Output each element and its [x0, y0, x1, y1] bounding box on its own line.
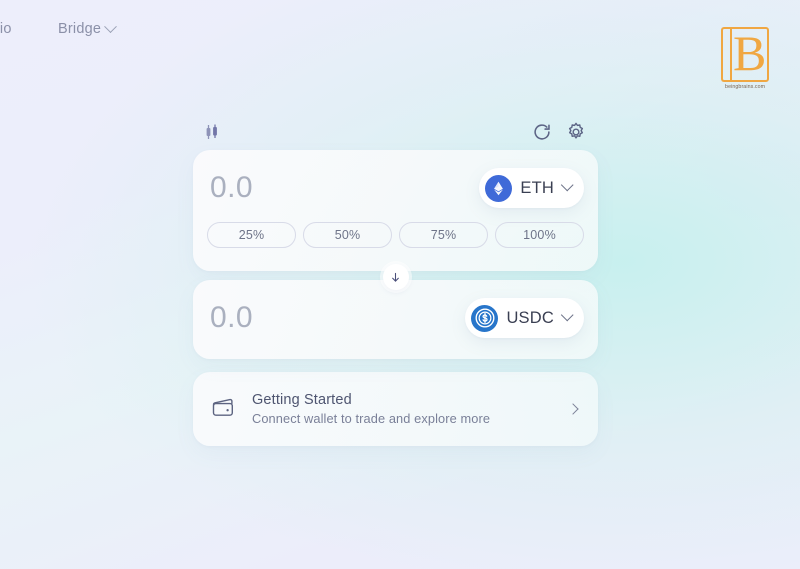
- watermark-letter: B: [733, 25, 767, 81]
- percent-button-50[interactable]: 50%: [303, 222, 392, 248]
- from-token-selector[interactable]: ETH: [479, 168, 584, 208]
- swap-widget: ETH 25% 50% 75% 100%: [193, 113, 598, 446]
- to-amount-row: USDC: [207, 297, 584, 339]
- getting-started-texts: Getting Started Connect wallet to trade …: [252, 392, 569, 426]
- watermark-logo: B beingbrains.com: [717, 25, 773, 91]
- chevron-down-icon: [104, 19, 117, 33]
- percent-button-25[interactable]: 25%: [207, 222, 296, 248]
- from-token-symbol: ETH: [520, 178, 554, 197]
- usdc-logo-icon: [471, 304, 499, 332]
- gear-icon[interactable]: [565, 121, 587, 143]
- to-token-selector[interactable]: USDC: [465, 298, 584, 338]
- to-amount-input[interactable]: [207, 301, 407, 335]
- nav-item-portfolio[interactable]: folio: [0, 21, 12, 37]
- getting-started-card[interactable]: Getting Started Connect wallet to trade …: [193, 372, 598, 446]
- percent-button-75[interactable]: 75%: [399, 222, 488, 248]
- chevron-right-icon: [567, 403, 579, 415]
- watermark-caption: beingbrains.com: [724, 84, 766, 90]
- ethereum-logo-icon: [485, 174, 513, 202]
- wallet-icon: [210, 395, 238, 423]
- swap-toolbar: [193, 113, 598, 150]
- getting-started-title: Getting Started: [252, 392, 352, 408]
- arrow-down-icon: [392, 272, 399, 282]
- candlestick-chart-icon[interactable]: [202, 122, 222, 142]
- to-token-symbol: USDC: [506, 308, 554, 327]
- chevron-down-icon: [560, 308, 574, 321]
- top-navigation-bar: folio Bridge: [0, 0, 800, 58]
- chevron-down-icon: [560, 178, 574, 191]
- nav-item-portfolio-label: folio: [0, 21, 12, 37]
- nav-item-bridge-label: Bridge: [58, 21, 102, 37]
- swap-direction-button[interactable]: [382, 264, 409, 290]
- nav-item-bridge[interactable]: Bridge: [58, 19, 117, 37]
- getting-started-subtitle: Connect wallet to trade and explore more: [252, 411, 491, 426]
- from-amount-row: ETH: [207, 167, 584, 209]
- book-icon: B: [721, 25, 769, 82]
- percent-button-100[interactable]: 100%: [495, 222, 584, 248]
- swap-to-card: USDC: [193, 280, 598, 359]
- swap-from-card: ETH 25% 50% 75% 100%: [193, 150, 598, 271]
- percent-shortcut-row: 25% 50% 75% 100%: [207, 222, 584, 248]
- refresh-icon[interactable]: [531, 121, 553, 143]
- from-amount-input[interactable]: [207, 171, 407, 205]
